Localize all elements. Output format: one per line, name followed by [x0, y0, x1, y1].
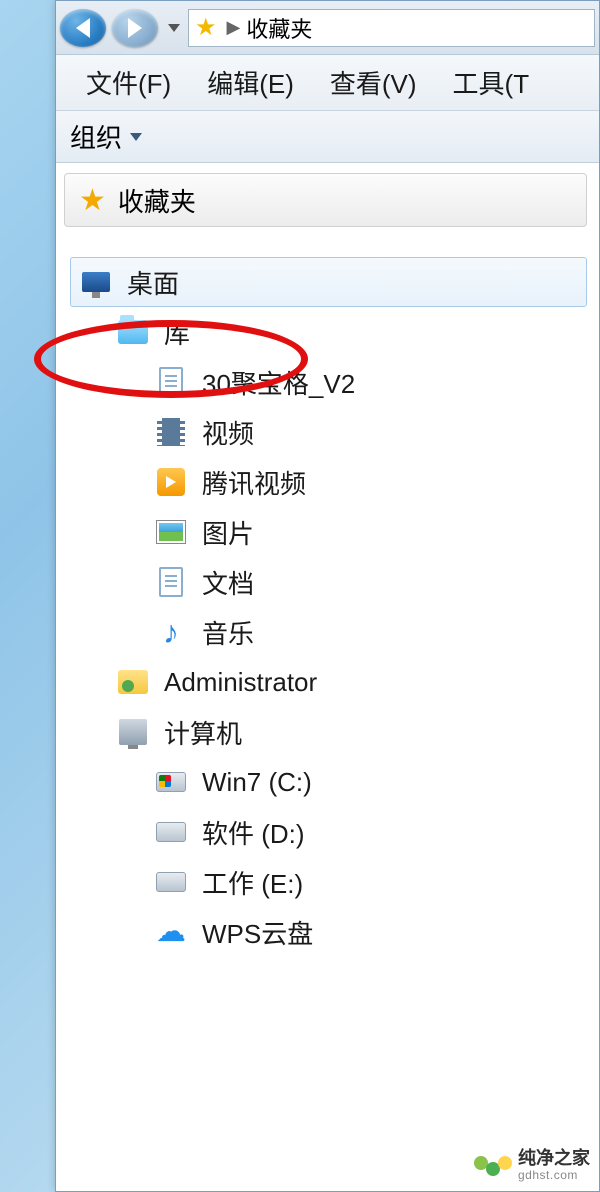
history-dropdown-icon[interactable] — [168, 24, 180, 32]
tree-item[interactable]: 桌面 — [70, 257, 587, 307]
document-icon — [159, 367, 183, 397]
star-icon: ★ — [79, 183, 106, 218]
tree-item[interactable]: 视频 — [146, 407, 587, 457]
tree-item[interactable]: ☁ WPS云盘 — [146, 907, 587, 957]
tree-item-label: 视频 — [202, 414, 254, 451]
menu-view[interactable]: 查看(V) — [312, 58, 435, 107]
tree-item-label: Administrator — [164, 667, 317, 698]
monitor-icon — [82, 272, 110, 292]
tree-item[interactable]: ♪ 音乐 — [146, 607, 587, 657]
tree-item-label: 30聚宝格_V2 — [202, 364, 355, 401]
tree-item-label: Win7 (C:) — [202, 767, 312, 798]
tree-item-label: 音乐 — [202, 614, 254, 651]
tree-item[interactable]: 文档 — [146, 557, 587, 607]
arrow-left-icon — [76, 18, 90, 38]
organize-label: 组织 — [70, 118, 122, 155]
breadcrumb-location[interactable]: 收藏夹 — [246, 12, 312, 44]
tree-item-label: 库 — [164, 314, 190, 351]
menu-file[interactable]: 文件(F) — [68, 58, 189, 107]
tree-item-label: 文档 — [202, 564, 254, 601]
tree-item[interactable]: 30聚宝格_V2 — [146, 357, 587, 407]
watermark-brand: 纯净之家 — [518, 1149, 590, 1169]
tree-item-label: 软件 (D:) — [202, 814, 305, 851]
hdd-icon — [156, 822, 186, 842]
library-folder-icon — [118, 320, 148, 344]
hdd-icon — [156, 872, 186, 892]
explorer-window: ★ ▶ 收藏夹 文件(F) 编辑(E) 查看(V) 工具(T 组织 ★ 收藏夹 … — [55, 0, 600, 1192]
sidebar-content: ★ 收藏夹 桌面库 30聚宝格_V2 视频腾讯视频图片文档 ♪ 音乐 Administra… — [56, 163, 599, 967]
folder-tree: 桌面库 30聚宝格_V2 视频腾讯视频图片文档 ♪ 音乐 Administrator 计算机… — [64, 257, 587, 957]
tree-item[interactable]: Win7 (C:) — [146, 757, 587, 807]
watermark: 纯净之家 gdhst.com — [474, 1149, 590, 1182]
breadcrumb-separator-icon: ▶ — [227, 17, 241, 38]
tree-item-label: 图片 — [202, 514, 254, 551]
tree-item-label: 计算机 — [164, 714, 242, 751]
hdd-windows-icon — [156, 772, 186, 792]
tree-item[interactable]: 软件 (D:) — [146, 807, 587, 857]
favorites-star-icon: ★ — [195, 13, 217, 42]
document-icon — [159, 567, 183, 597]
forward-button[interactable] — [112, 9, 158, 47]
menu-tools[interactable]: 工具(T — [435, 58, 548, 107]
cloud-icon: ☁ — [156, 917, 186, 947]
organize-button[interactable]: 组织 — [70, 118, 142, 155]
tree-item[interactable]: 图片 — [146, 507, 587, 557]
chevron-down-icon — [130, 133, 142, 141]
tencent-video-icon — [157, 468, 185, 496]
menu-bar: 文件(F) 编辑(E) 查看(V) 工具(T — [56, 55, 599, 111]
tree-item-label: WPS云盘 — [202, 914, 313, 951]
tree-item[interactable]: 库 — [108, 307, 587, 357]
tree-item-label: 桌面 — [127, 264, 179, 301]
tree-item[interactable]: Administrator — [108, 657, 587, 707]
favorites-header[interactable]: ★ 收藏夹 — [64, 173, 587, 227]
address-bar[interactable]: ★ ▶ 收藏夹 — [188, 9, 595, 47]
favorites-label: 收藏夹 — [118, 182, 196, 219]
video-icon — [157, 418, 185, 446]
music-icon: ♪ — [163, 616, 179, 648]
user-folder-icon — [118, 670, 148, 694]
tree-item[interactable]: 腾讯视频 — [146, 457, 587, 507]
watermark-logo-icon — [474, 1156, 512, 1176]
pictures-icon — [157, 521, 185, 543]
navigation-bar: ★ ▶ 收藏夹 — [56, 1, 599, 55]
back-button[interactable] — [60, 9, 106, 47]
tree-item[interactable]: 工作 (E:) — [146, 857, 587, 907]
computer-icon — [119, 719, 147, 745]
watermark-url: gdhst.com — [518, 1169, 578, 1182]
arrow-right-icon — [128, 18, 142, 38]
tree-item-label: 腾讯视频 — [202, 464, 306, 501]
tree-item-label: 工作 (E:) — [202, 864, 303, 901]
menu-edit[interactable]: 编辑(E) — [189, 58, 312, 107]
toolbar: 组织 — [56, 111, 599, 163]
tree-item[interactable]: 计算机 — [108, 707, 587, 757]
